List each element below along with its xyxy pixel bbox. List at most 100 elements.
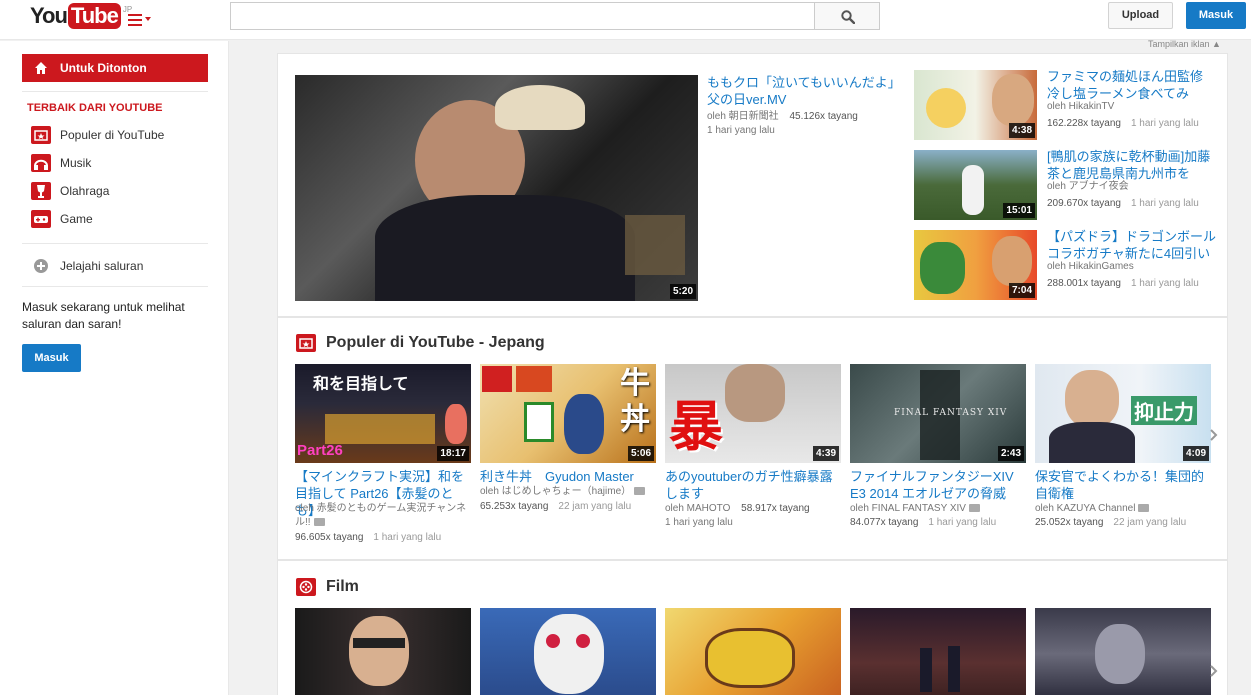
sidebar-item-label: Olahraga bbox=[60, 184, 110, 198]
featured-shelf: 5:20 ももクロ「泣いてもいいんだよ」父の日ver.MV oleh 朝日新聞社… bbox=[277, 53, 1228, 317]
video-meta: 209.670x tayang 1 hari yang lalu bbox=[1047, 197, 1199, 211]
masthead: You Tube JP Upload Masuk bbox=[0, 0, 1251, 40]
sidebar-section-title: TERBAIK DARI YOUTUBE bbox=[27, 102, 163, 114]
home-icon bbox=[34, 61, 48, 75]
sidebar-item-gaming[interactable]: Game bbox=[22, 207, 208, 231]
video-meta: 84.077x tayang 1 hari yang lalu bbox=[850, 516, 996, 530]
verified-icon bbox=[634, 487, 646, 496]
video-thumbnail[interactable] bbox=[1035, 608, 1211, 695]
video-title[interactable]: 保安官でよくわかる！集団的自衛権 bbox=[1035, 468, 1213, 502]
youtube-logo[interactable]: You Tube JP bbox=[30, 3, 132, 29]
verified-icon bbox=[1138, 504, 1150, 513]
sidebar-item-music[interactable]: Musik bbox=[22, 151, 208, 175]
video-thumbnail[interactable] bbox=[850, 608, 1026, 695]
video-meta: oleh FINAL FANTASY XIV bbox=[850, 502, 980, 516]
video-title[interactable]: 【パズドラ】ドラゴンボールコラボガチャ新たに4回引い bbox=[1047, 228, 1217, 262]
upload-age: 22 jam yang lalu bbox=[558, 501, 632, 512]
shelf-title[interactable]: Populer di YouTube - Jepang bbox=[326, 334, 545, 352]
upload-age: 1 hari yang lalu bbox=[928, 517, 997, 528]
view-count: 65.253x tayang bbox=[480, 501, 549, 512]
shelf-header: Film bbox=[296, 578, 359, 596]
upload-age: 1 hari yang lalu bbox=[1130, 198, 1199, 209]
thumbnail-text: Part26 bbox=[297, 442, 343, 459]
popular-icon bbox=[31, 126, 51, 144]
verified-icon bbox=[968, 504, 980, 513]
video-thumbnail[interactable]: 牛丼 5:06 bbox=[480, 364, 656, 463]
channel-link[interactable]: oleh FINAL FANTASY XIV bbox=[850, 503, 966, 514]
video-duration: 4:38 bbox=[1008, 123, 1035, 138]
video-title[interactable]: ファミマの麺処ほん田監修 冷し塩ラーメン食べてみ bbox=[1047, 68, 1217, 102]
logo-tube-text: Tube bbox=[67, 3, 121, 29]
divider bbox=[22, 286, 208, 287]
channel-name: oleh はじめしゃちょー（hajime） bbox=[480, 485, 656, 499]
video-duration: 4:39 bbox=[812, 446, 839, 461]
thumbnail-text: 抑止力 bbox=[1131, 396, 1197, 425]
video-thumbnail[interactable]: FINAL FANTASY XIV 2:43 bbox=[850, 364, 1026, 463]
show-ads-toggle[interactable]: Tampilkan iklan ▲ bbox=[1148, 39, 1221, 49]
channel-name[interactable]: oleh 朝日新聞社 bbox=[707, 111, 779, 122]
shelf-next-button[interactable] bbox=[1209, 428, 1219, 442]
sidebar-item-sports[interactable]: Olahraga bbox=[22, 179, 208, 203]
video-title[interactable]: [鴨肌の家族に乾杯動画]加藤茶と鹿児島県南九州市を bbox=[1047, 148, 1217, 182]
video-duration: 2:43 bbox=[997, 446, 1024, 461]
signin-button[interactable]: Masuk bbox=[1186, 2, 1246, 29]
search-button[interactable] bbox=[814, 2, 880, 30]
trophy-icon bbox=[31, 182, 51, 200]
video-thumbnail[interactable]: 和を目指して Part26 18:17 bbox=[295, 364, 471, 463]
video-thumbnail[interactable] bbox=[295, 608, 471, 695]
guide-sidebar: Untuk Ditonton TERBAIK DARI YOUTUBE Popu… bbox=[0, 41, 229, 695]
video-meta: 25.052x tayang 22 jam yang lalu bbox=[1035, 516, 1186, 530]
video-thumbnail[interactable]: 15:01 bbox=[914, 150, 1037, 220]
featured-video-title[interactable]: ももクロ「泣いてもいいんだよ」父の日ver.MV bbox=[707, 74, 899, 108]
upload-button[interactable]: Upload bbox=[1108, 2, 1173, 29]
shelf-title[interactable]: Film bbox=[326, 578, 359, 596]
divider bbox=[22, 91, 208, 92]
channel-name[interactable]: oleh HikakinTV bbox=[1047, 100, 1114, 114]
video-thumbnail[interactable]: 4:38 bbox=[914, 70, 1037, 140]
view-count: 96.605x tayang bbox=[295, 532, 364, 543]
thumbnail-text: FINAL FANTASY XIV bbox=[894, 408, 1008, 418]
view-count: 25.052x tayang bbox=[1035, 517, 1104, 528]
upload-age: 1 hari yang lalu bbox=[373, 532, 442, 543]
chevron-down-icon bbox=[145, 17, 151, 21]
video-title[interactable]: 利き牛丼 Gyudon Master bbox=[480, 468, 658, 485]
channel-link[interactable]: oleh KAZUYA Channel bbox=[1035, 503, 1135, 514]
sidebar-item-label: Musik bbox=[60, 156, 92, 170]
sidebar-item-what-to-watch[interactable]: Untuk Ditonton bbox=[22, 54, 208, 82]
view-count: 162.228x tayang bbox=[1047, 118, 1121, 129]
headphones-icon bbox=[31, 154, 51, 172]
film-reel-icon bbox=[296, 578, 316, 596]
logo-you-text: You bbox=[30, 3, 68, 28]
video-meta: oleh KAZUYA Channel bbox=[1035, 502, 1150, 516]
video-thumbnail[interactable]: 7:04 bbox=[914, 230, 1037, 300]
sidebar-item-label: Untuk Ditonton bbox=[60, 61, 147, 75]
sidebar-item-label: Jelajahi saluran bbox=[60, 259, 144, 273]
channel-link[interactable]: oleh MAHOTO bbox=[665, 503, 730, 514]
sidebar-item-label: Game bbox=[60, 212, 93, 226]
view-count: 45.126x tayang bbox=[789, 111, 858, 122]
video-thumbnail[interactable]: 暴露 4:39 bbox=[665, 364, 841, 463]
sidebar-item-popular[interactable]: Populer di YouTube bbox=[22, 123, 208, 147]
video-thumbnail[interactable] bbox=[480, 608, 656, 695]
chevron-right-icon bbox=[1210, 665, 1218, 677]
guide-menu-button[interactable] bbox=[128, 12, 154, 28]
divider bbox=[22, 243, 208, 244]
shelf-next-button[interactable] bbox=[1209, 664, 1219, 678]
video-title[interactable]: あのyoutuberのガチ性癖暴露します bbox=[665, 468, 843, 502]
channel-link[interactable]: oleh はじめしゃちょー（hajime） bbox=[480, 486, 631, 497]
channel-name[interactable]: oleh HikakinGames bbox=[1047, 260, 1134, 274]
sidebar-signin-button[interactable]: Masuk bbox=[22, 344, 81, 372]
film-shelf: Film bbox=[277, 560, 1228, 695]
gamepad-icon bbox=[31, 210, 51, 228]
sidebar-item-browse-channels[interactable]: Jelajahi saluran bbox=[22, 254, 208, 278]
upload-age: 1 hari yang lalu bbox=[707, 125, 775, 136]
video-title[interactable]: ファイナルファンタジーXIV E3 2014 エオルゼアの脅威 bbox=[850, 468, 1028, 502]
search-input[interactable] bbox=[230, 2, 815, 30]
video-thumbnail[interactable]: 抑止力 4:09 bbox=[1035, 364, 1211, 463]
video-meta: 65.253x tayang 22 jam yang lalu bbox=[480, 500, 631, 514]
video-duration: 18:17 bbox=[437, 446, 469, 461]
featured-video-thumbnail[interactable]: 5:20 bbox=[295, 75, 698, 301]
channel-name[interactable]: oleh アブナイ夜会 bbox=[1047, 180, 1129, 194]
video-meta: 288.001x tayang 1 hari yang lalu bbox=[1047, 277, 1199, 291]
video-thumbnail[interactable] bbox=[665, 608, 841, 695]
